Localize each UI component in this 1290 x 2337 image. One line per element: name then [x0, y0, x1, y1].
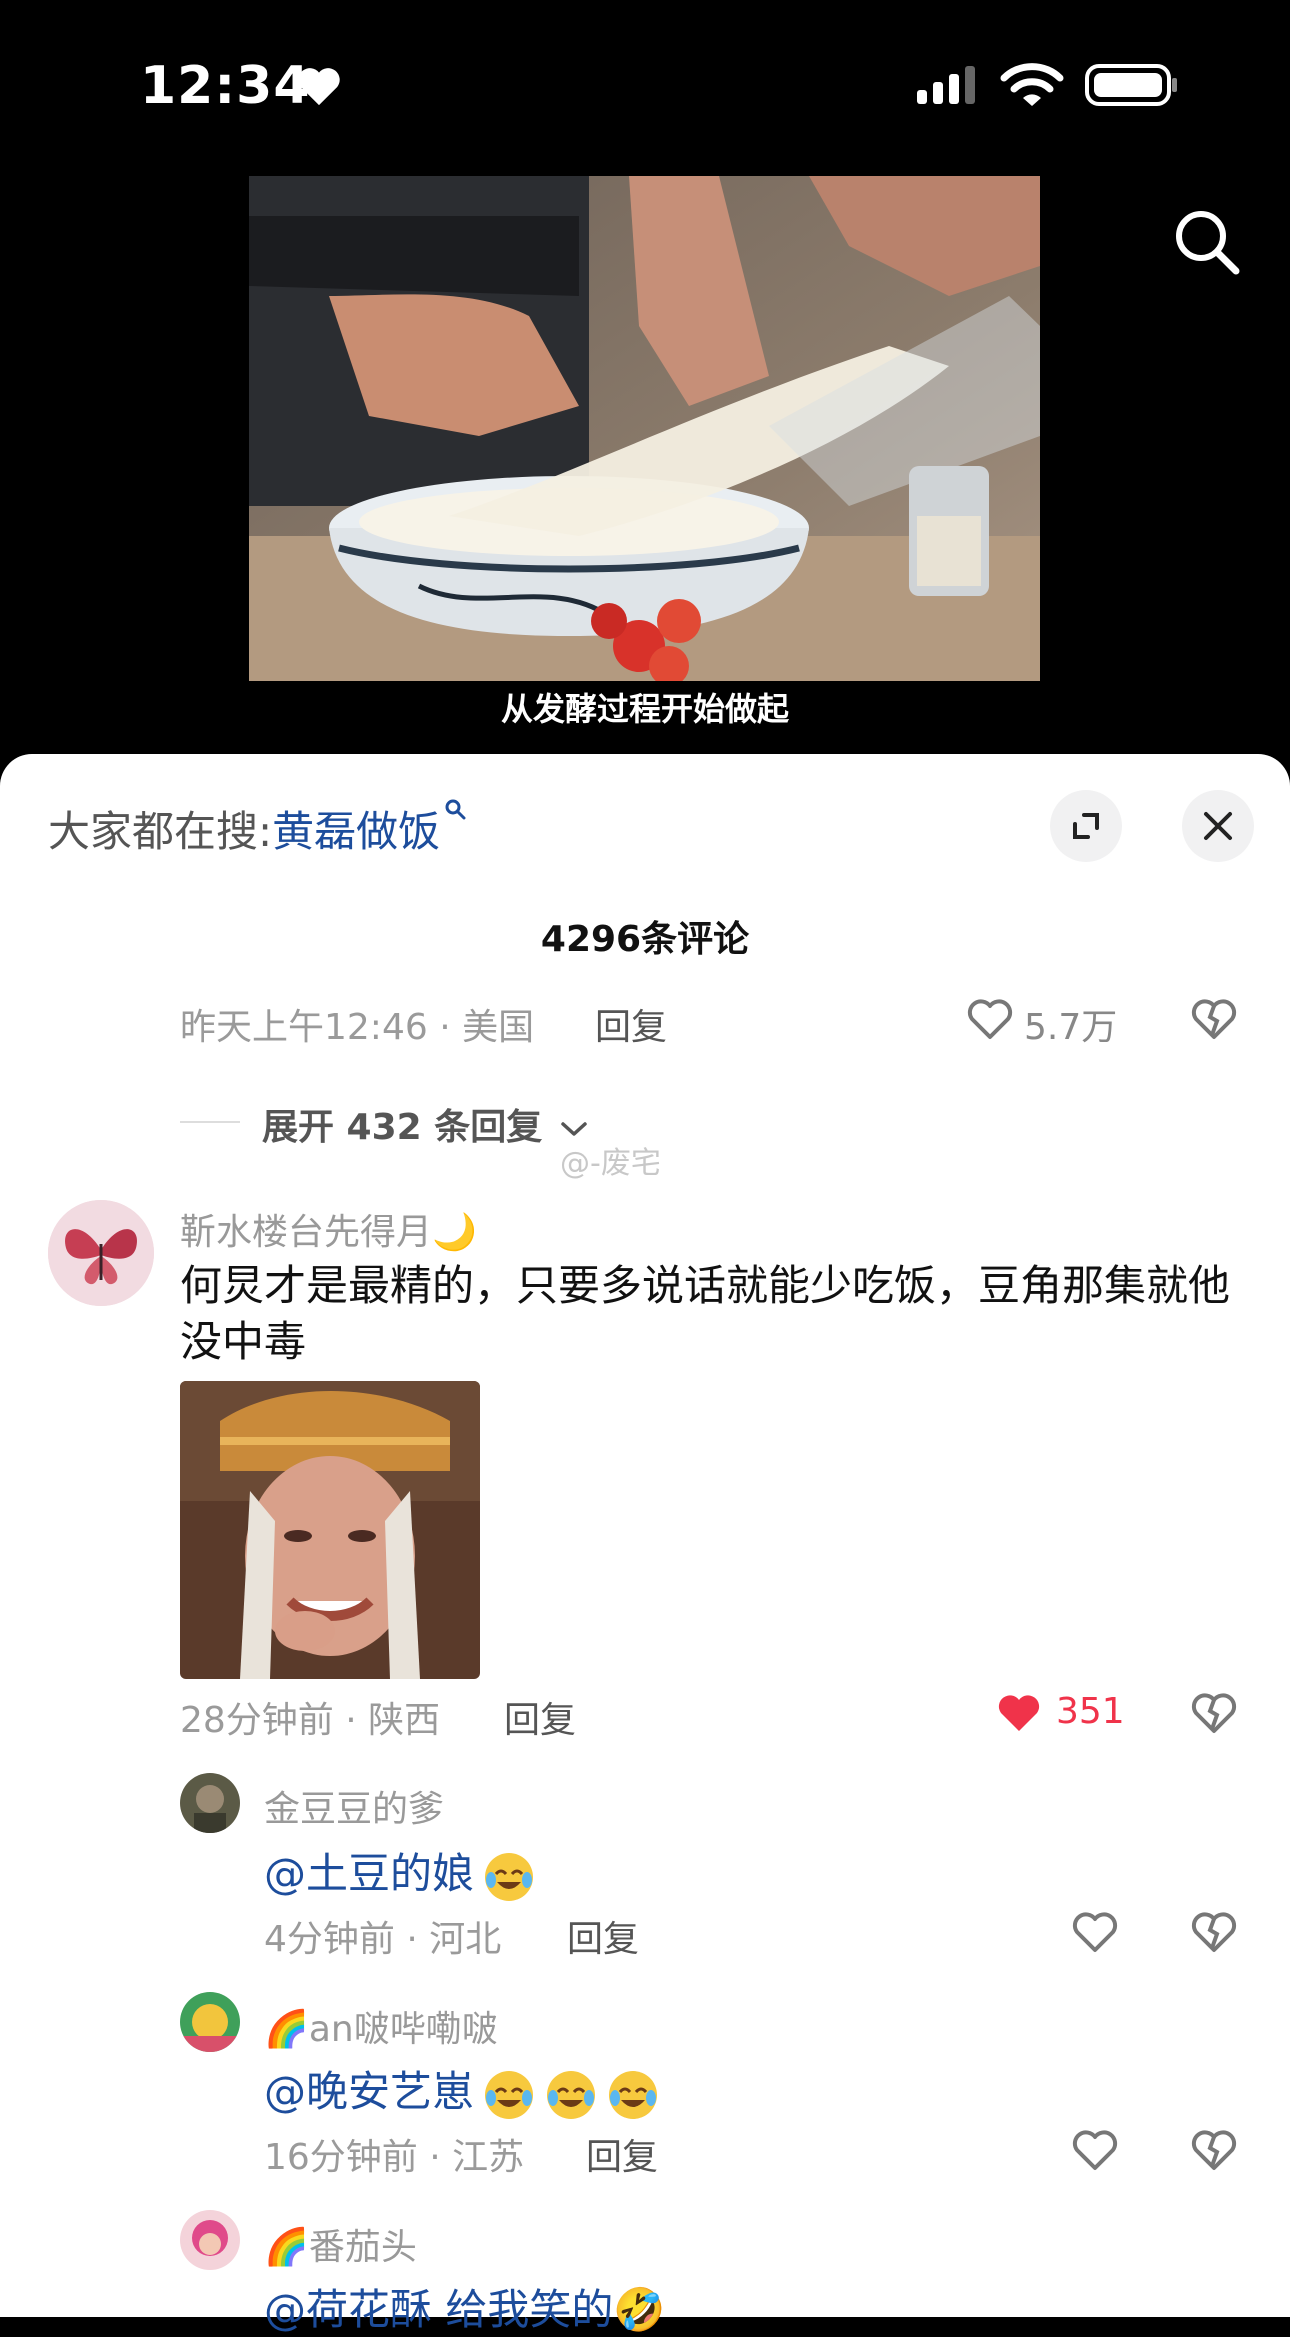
heart-outline-icon[interactable]: [1071, 2127, 1119, 2173]
comment-meta: 28分钟前 · 陕西: [180, 1700, 441, 1741]
small-search-icon: [445, 799, 466, 820]
comment-image[interactable]: [180, 1381, 480, 1679]
search-suggestion-link[interactable]: 黄磊做饭: [272, 807, 440, 856]
comment-username[interactable]: 靳水楼台先得月🌙: [180, 1203, 477, 1255]
reply-username[interactable]: 🌈an啵哔嘞啵: [264, 2000, 498, 2052]
laugh-cry-emoji-icon: [609, 2070, 658, 2119]
status-time: 12:34: [140, 56, 311, 116]
close-button[interactable]: [1182, 790, 1254, 862]
mention-link[interactable]: @土豆的娘: [264, 1849, 474, 1898]
battery-icon: [1085, 64, 1177, 106]
heart-status-icon: [298, 68, 340, 106]
expand-divider: [180, 1121, 240, 1123]
expand-icon: [1073, 813, 1099, 839]
avatar[interactable]: [48, 1200, 154, 1306]
avatar-image: [180, 1773, 240, 1833]
like-count: 351: [1056, 1691, 1125, 1732]
chevron-down-icon: [561, 1122, 587, 1136]
broken-heart-icon[interactable]: [1190, 1690, 1238, 1736]
broken-heart-icon[interactable]: [1190, 2127, 1238, 2173]
avatar[interactable]: [180, 1773, 240, 1833]
watermark: @-废宅: [560, 1146, 661, 1181]
avatar-image: [180, 2210, 240, 2270]
everyone-searching-label: 大家都在搜:: [48, 807, 273, 856]
wifi-icon: [1000, 63, 1064, 106]
reply-meta: 16分钟前 · 江苏: [264, 2137, 525, 2178]
avatar[interactable]: [180, 2210, 240, 2270]
comment-count: 4296条评论: [540, 919, 750, 960]
broken-heart-icon[interactable]: [1190, 1909, 1238, 1955]
heart-outline-icon[interactable]: [1071, 1909, 1119, 1955]
mention-link[interactable]: @晚安艺崽: [264, 2067, 474, 2116]
reply-text: @荷花酥 给我笑的🤣: [264, 2285, 666, 2334]
heart-outline-icon[interactable]: [966, 996, 1014, 1042]
butterfly-avatar-image: [48, 1200, 154, 1306]
everyone-searching-row[interactable]: 大家都在搜:黄磊做饭: [48, 798, 466, 859]
reply-username[interactable]: 金豆豆的爹: [264, 1780, 444, 1832]
comment-meta: 昨天上午12:46 · 美国: [180, 1007, 535, 1048]
laugh-cry-emoji-icon: [485, 2070, 534, 2119]
comment-text: 何炅才是最精的，只要多说话就能少吃饭，豆角那集就他没中毒: [180, 1261, 1231, 1366]
meme-image: [180, 1381, 480, 1679]
like-count: 5.7万: [1024, 1007, 1118, 1048]
reply-button[interactable]: 回复: [567, 1910, 639, 1962]
expand-button[interactable]: [1050, 790, 1122, 862]
laugh-cry-emoji-icon: [547, 2070, 596, 2119]
video-subtitle: 从发酵过程开始做起: [500, 690, 789, 728]
broken-heart-icon[interactable]: [1190, 996, 1238, 1042]
reply-text: @晚安艺崽: [264, 2058, 660, 2122]
status-bar: 12:34: [0, 0, 1290, 170]
laugh-cry-emoji-icon: [485, 1852, 534, 1901]
video-player[interactable]: [249, 176, 1040, 681]
avatar[interactable]: [180, 1992, 240, 2052]
video-frame-image: [249, 176, 1040, 681]
heart-filled-icon[interactable]: [995, 1690, 1043, 1736]
expand-replies-label: 展开 432 条回复: [262, 1107, 543, 1148]
reply-button[interactable]: 回复: [586, 2128, 658, 2180]
reply-button[interactable]: 回复: [504, 1691, 576, 1743]
reply-meta: 4分钟前 · 河北: [264, 1919, 502, 1960]
search-icon[interactable]: [1172, 207, 1242, 277]
reply-username[interactable]: 🌈番茄头: [264, 2218, 417, 2270]
expand-replies-button[interactable]: 展开 432 条回复: [262, 1098, 589, 1150]
avatar-image: [180, 1992, 240, 2052]
cellular-signal-icon: [917, 66, 975, 104]
reply-text: @土豆的娘: [264, 1840, 536, 1904]
reply-button[interactable]: 回复: [595, 998, 667, 1050]
close-icon: [1204, 812, 1232, 840]
